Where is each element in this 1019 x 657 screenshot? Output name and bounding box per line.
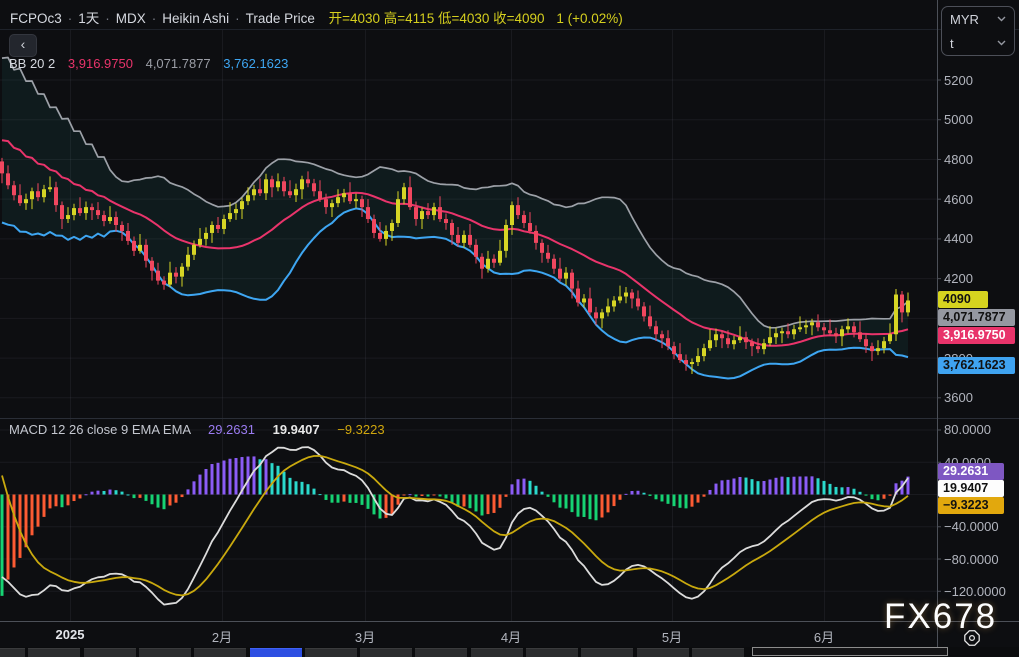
chevron-down-icon xyxy=(997,40,1006,46)
bollinger-legend[interactable]: BB 20 2 3,916.9750 4,071.7877 3,762.1623 xyxy=(9,56,288,71)
time-tick-label: 2025 xyxy=(35,627,105,642)
macd-title: MACD 12 26 close 9 EMA EMA xyxy=(9,422,190,437)
interval-label[interactable]: 1天 xyxy=(78,11,99,26)
price-tick-label: 4600 xyxy=(944,192,1014,207)
price-tick-label: 4800 xyxy=(944,152,1014,167)
trading-app: FCPOc3 · 1天 · MDX · Heikin Ashi · Trade Price 开=… xyxy=(0,0,1019,657)
taskbar-item[interactable] xyxy=(526,648,578,657)
price-tick-label: 5200 xyxy=(944,73,1014,88)
taskbar-item[interactable] xyxy=(194,648,246,657)
time-tick-label: 5月 xyxy=(637,627,707,646)
chart-canvas[interactable] xyxy=(0,0,1019,657)
price-source-label: Trade Price xyxy=(246,11,315,26)
bb-title: BB 20 2 xyxy=(9,56,55,71)
exchange-label: MDX xyxy=(116,11,146,26)
taskbar-item[interactable] xyxy=(28,648,80,657)
time-tick-label: 6月 xyxy=(789,627,859,646)
macd-signal-label: −9.3223 xyxy=(938,497,1004,514)
taskbar-item[interactable] xyxy=(360,648,412,657)
taskbar-item[interactable] xyxy=(692,648,744,657)
chevron-left-icon: ‹ xyxy=(21,36,26,52)
taskbar-item[interactable] xyxy=(415,648,467,657)
symbol-legend[interactable]: FCPOc3 · 1天 · MDX · Heikin Ashi · Trade Price 开=… xyxy=(10,7,623,27)
taskbar-item[interactable] xyxy=(139,648,191,657)
macd-histogram-value: 29.2631 xyxy=(208,422,255,437)
taskbar-item[interactable] xyxy=(84,648,136,657)
taskbar[interactable] xyxy=(0,647,1019,657)
bb-lower-value: 3,762.1623 xyxy=(223,56,288,71)
macd-legend[interactable]: MACD 12 26 close 9 EMA EMA 29.2631 19.94… xyxy=(9,422,385,437)
macd-hist-label: 29.2631 xyxy=(938,463,1004,480)
change-value: 1 (+0.02%) xyxy=(556,11,622,26)
currency-value: MYR xyxy=(950,12,979,27)
macd-tick-label: −80.0000 xyxy=(944,552,1016,567)
time-tick-label: 2月 xyxy=(187,627,257,646)
chart-type-label: Heikin Ashi xyxy=(162,11,229,26)
macd-signal-value: −9.3223 xyxy=(337,422,384,437)
taskbar-item[interactable] xyxy=(471,648,523,657)
taskbar-panel[interactable] xyxy=(752,647,948,656)
macd-tick-label: −40.0000 xyxy=(944,519,1016,534)
bb-upper-value: 4,071.7877 xyxy=(146,56,211,71)
ohlc-values: 开=4030 高=4115 低=4030 收=4090 xyxy=(329,11,545,26)
bb-lower-label: 3,762.1623 xyxy=(938,357,1015,374)
back-button[interactable]: ‹ xyxy=(9,34,37,57)
unit-dropdown[interactable]: t xyxy=(942,31,1014,55)
separator-dot: · xyxy=(235,11,240,26)
price-tick-label: 3600 xyxy=(944,390,1014,405)
currency-dropdown[interactable]: MYR xyxy=(942,7,1014,31)
bb-basis-label: 3,916.9750 xyxy=(938,327,1015,344)
macd-line-label: 19.9407 xyxy=(938,480,1004,497)
macd-line-value: 19.9407 xyxy=(273,422,320,437)
bb-upper-label: 4,071.7877 xyxy=(938,309,1015,326)
time-tick-label: 4月 xyxy=(476,627,546,646)
symbol-name[interactable]: FCPOc3 xyxy=(10,11,62,26)
time-tick-label: 3月 xyxy=(330,627,400,646)
separator-dot: · xyxy=(152,11,157,26)
price-tick-label: 4200 xyxy=(944,271,1014,286)
taskbar-item-active[interactable] xyxy=(250,648,302,657)
taskbar-item[interactable] xyxy=(0,648,25,657)
taskbar-item[interactable] xyxy=(305,648,357,657)
price-tick-label: 5000 xyxy=(944,112,1014,127)
chevron-down-icon xyxy=(997,16,1006,22)
separator-dot: · xyxy=(68,11,73,26)
separator-dot: · xyxy=(105,11,110,26)
bb-basis-value: 3,916.9750 xyxy=(68,56,133,71)
price-tick-label: 4400 xyxy=(944,231,1014,246)
last-price-label: 4090 xyxy=(938,291,988,308)
settings-icon xyxy=(963,629,983,649)
axis-settings-box: MYR t xyxy=(941,6,1015,56)
unit-value: t xyxy=(950,36,954,51)
taskbar-item[interactable] xyxy=(581,648,633,657)
macd-tick-label: 80.0000 xyxy=(944,422,1016,437)
taskbar-item[interactable] xyxy=(637,648,689,657)
